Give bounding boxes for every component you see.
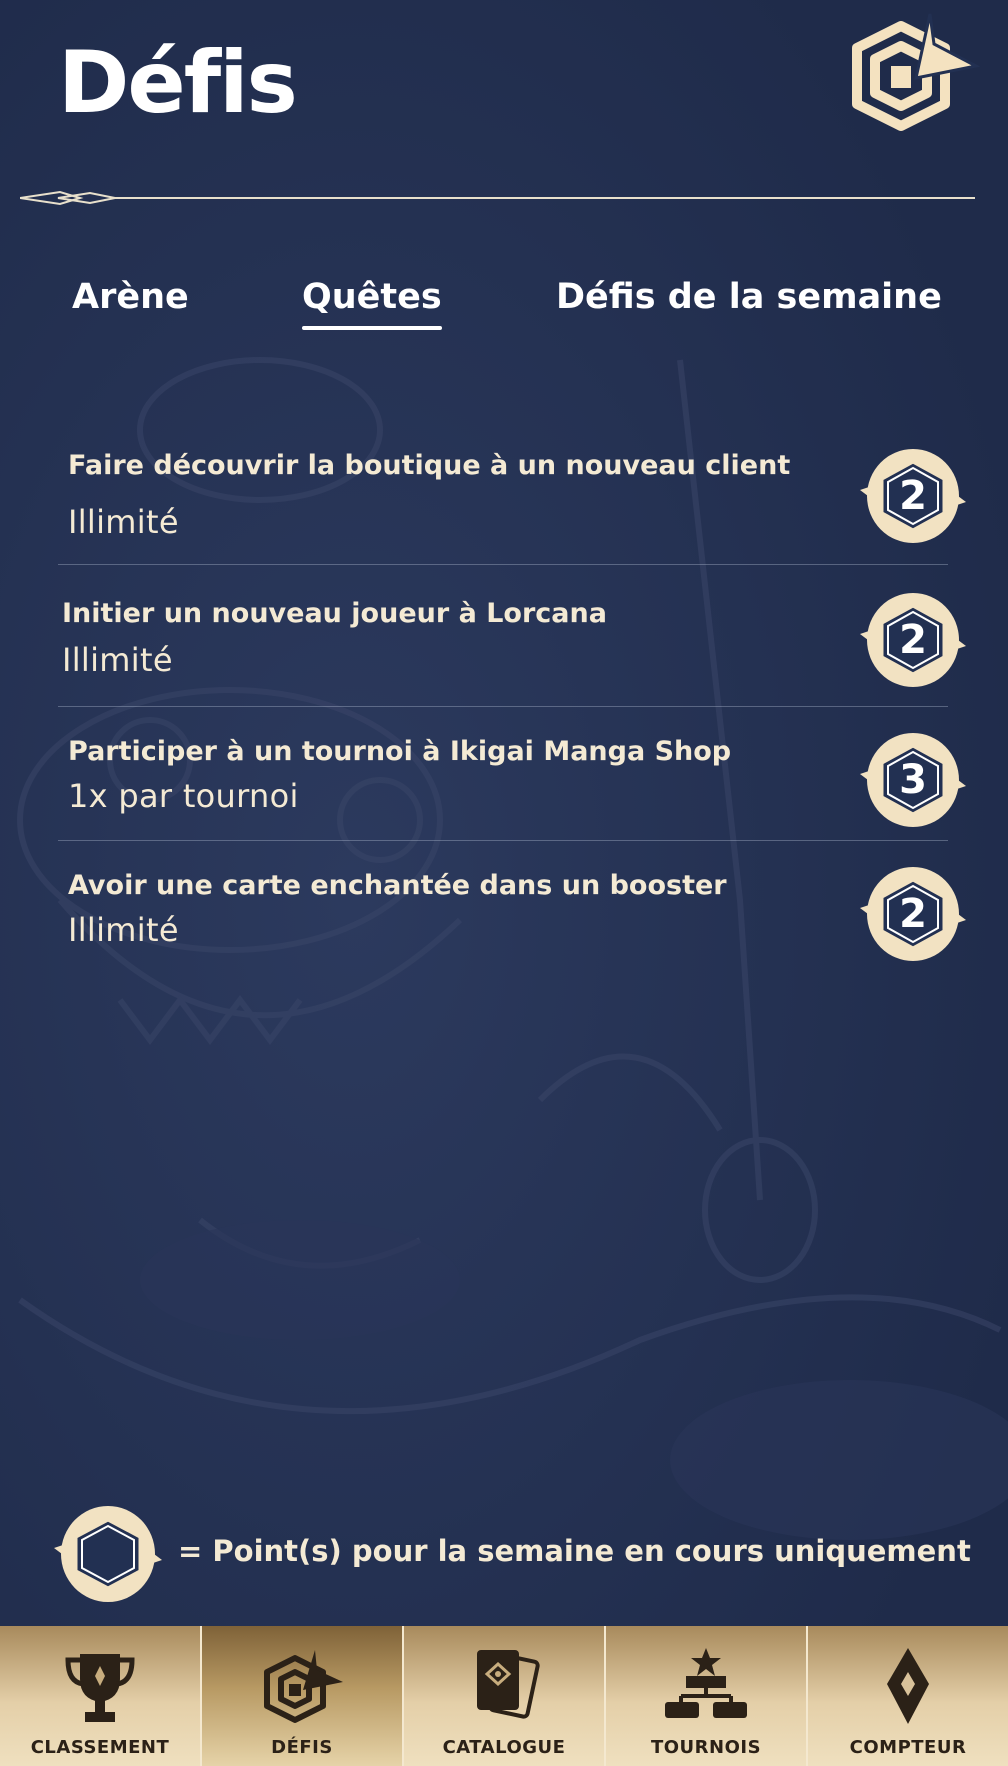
nav-label: COMPTEUR (849, 1737, 967, 1758)
points-badge: 2 (858, 590, 968, 690)
points-legend: = Point(s) pour la semaine en cours uniq… (52, 1504, 992, 1604)
header: Défis (0, 0, 1008, 210)
nav-item-classement[interactable]: CLASSEMENT (0, 1626, 202, 1766)
nav-label: CATALOGUE (442, 1737, 566, 1758)
list-item[interactable]: Avoir une carte enchantée dans un booste… (58, 868, 948, 968)
list-item[interactable]: Initier un nouveau joueur à Lorcana Illi… (58, 596, 948, 696)
bottom-nav: CLASSEMENT DÉFIS CATALOGUE TOURNOIS COMP… (0, 1626, 1008, 1766)
quest-frequency: Illimité (68, 503, 179, 541)
nav-label: TOURNOIS (650, 1737, 762, 1758)
nav-item-defis[interactable]: DÉFIS (202, 1626, 404, 1766)
quest-frequency: Illimité (62, 641, 173, 679)
tab-defis-de-la-semaine[interactable]: Défis de la semaine (556, 270, 942, 330)
tab-arene[interactable]: Arène (72, 270, 189, 330)
list-item[interactable]: Participer à un tournoi à Ikigai Manga S… (58, 734, 948, 834)
quest-frequency: Illimité (68, 911, 179, 949)
quest-title: Avoir une carte enchantée dans un booste… (68, 870, 727, 901)
lore-counter-icon (887, 1648, 929, 1724)
quest-title: Initier un nouveau joueur à Lorcana (62, 598, 607, 629)
points-badge: 2 (858, 446, 968, 546)
legend-text: = Point(s) pour la semaine en cours uniq… (178, 1534, 971, 1568)
nav-item-tournois[interactable]: TOURNOIS (606, 1626, 808, 1766)
weekly-points-hex-icon (54, 1506, 162, 1602)
card-catalogue-icon (477, 1650, 540, 1719)
tab-bar: Arène Quêtes Défis de la semaine (0, 270, 1008, 330)
nav-label: DÉFIS (271, 1737, 333, 1758)
trophy-icon (65, 1654, 135, 1722)
nav-item-catalogue[interactable]: CATALOGUE (404, 1626, 606, 1766)
points-badge: 3 (858, 730, 968, 830)
nav-item-compteur[interactable]: COMPTEUR (808, 1626, 1008, 1766)
points-value: 3 (899, 757, 927, 803)
challenge-logo-icon (264, 1650, 343, 1723)
list-item[interactable]: Faire découvrir la boutique à un nouveau… (58, 448, 948, 548)
divider (58, 706, 948, 707)
points-badge: 2 (858, 864, 968, 964)
divider (58, 840, 948, 841)
points-value: 2 (899, 473, 927, 519)
page-title: Défis (58, 33, 298, 133)
divider (58, 564, 948, 565)
tournament-bracket-icon (665, 1648, 747, 1718)
header-divider (20, 190, 975, 206)
points-value: 2 (899, 891, 927, 937)
quest-frequency: 1x par tournoi (68, 777, 299, 815)
points-value: 2 (899, 617, 927, 663)
quest-title: Participer à un tournoi à Ikigai Manga S… (68, 736, 732, 767)
quest-title: Faire découvrir la boutique à un nouveau… (68, 450, 791, 481)
lorcana-challenge-logo-icon (852, 13, 981, 131)
tab-quetes[interactable]: Quêtes (302, 270, 442, 330)
nav-label: CLASSEMENT (30, 1737, 170, 1758)
